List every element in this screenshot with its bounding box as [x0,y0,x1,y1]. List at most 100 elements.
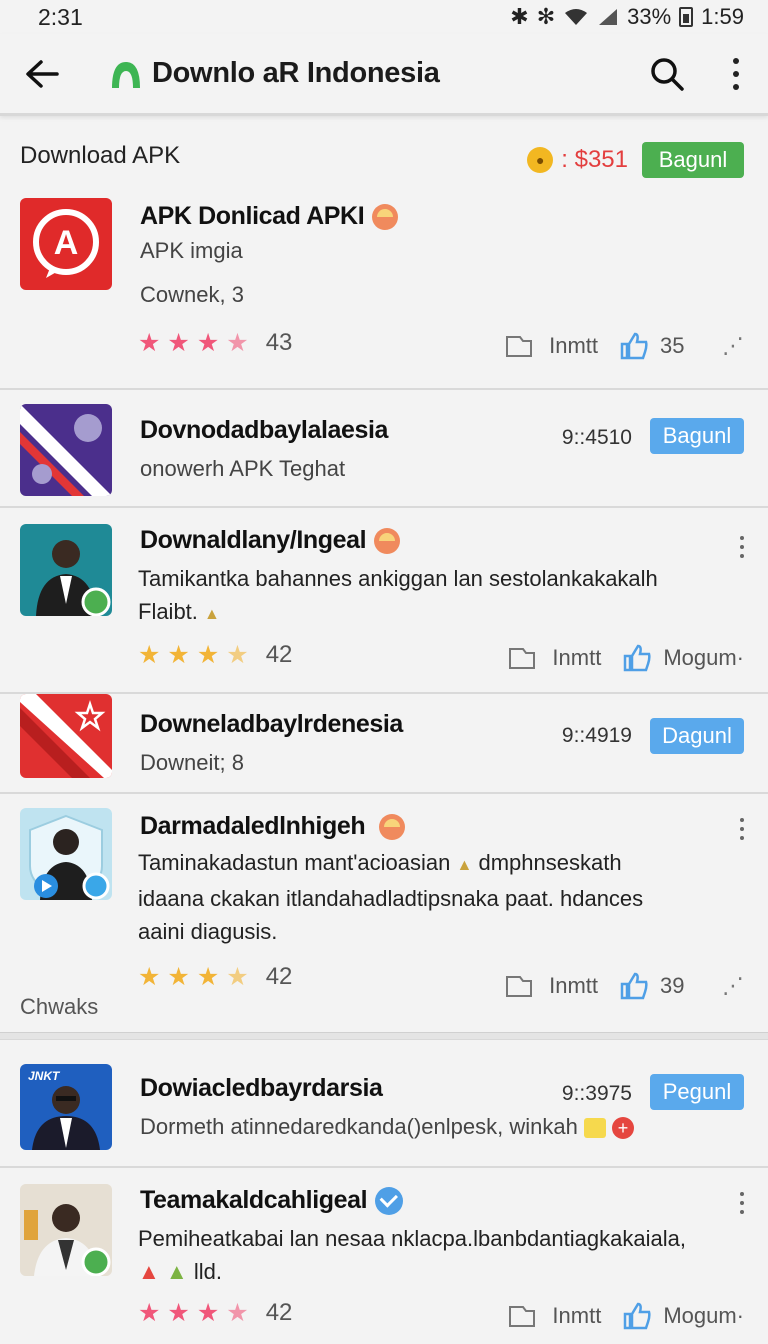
bowl-emoji-icon [379,813,406,840]
more-label[interactable]: Mogum· [663,1303,744,1329]
wifi-icon [565,9,588,25]
star-icon: ★ [167,963,190,991]
install-label[interactable]: Inmtt [552,1303,601,1329]
bowl-emoji-icon [374,527,401,554]
section-title: Download APK [20,142,181,169]
thumbs-up-icon[interactable] [616,970,652,1002]
verified-icon [375,1186,404,1215]
app-thumbnail [20,694,112,778]
list-item[interactable]: Downaldlany/Ingeal Tamikantka bahannes a… [0,506,768,692]
overflow-menu-icon[interactable] [726,54,746,94]
status-clock: 1:59 [701,4,744,29]
card-actions: Inmtt Mogum· [504,642,744,674]
star-rating: ★ ★ ★ ★ 43 [138,328,292,358]
app-thumbnail [20,524,112,616]
list-item[interactable]: Darmadaledlnhigeh Taminakadastun mant'ac… [0,792,768,1032]
list-item[interactable]: A APK Donlicad APKI APK imgia Cownek, 3 … [0,186,768,388]
battery-percent: 33% [627,4,672,29]
app-thumbnail [20,808,112,900]
star-icon: ★ [196,1299,220,1327]
share-icon[interactable]: ⋰ [722,333,744,359]
list-item[interactable]: Teamakaldcahligeal Pemiheatkabai lan nes… [0,1166,768,1344]
bookmark-icon[interactable] [501,970,537,1002]
app-subtitle: onowerh APK Teghat [140,456,346,481]
star-icon: ★ [138,1299,161,1327]
app-subtitle: Dormeth atinnedaredkanda()enlpesk, winka… [140,1114,635,1140]
like-count: 39 [660,973,685,998]
app-thumbnail [20,1184,112,1276]
download-button[interactable]: Bagunl [650,418,744,454]
install-label[interactable]: Inmtt [552,645,601,671]
list-item[interactable]: Dovnodadbaylalaesia onowerh APK Teghat 9… [0,388,768,506]
app-title-text[interactable]: Dovnodadbaylalaesia [140,416,388,445]
item-menu-icon[interactable] [738,818,746,840]
app-title-text[interactable]: Darmadaledlnhigeh [140,812,406,841]
bookmark-icon[interactable] [504,642,540,674]
star-icon: ★ [138,963,161,991]
app-category: APK imgia [140,238,243,263]
item-menu-icon[interactable] [738,536,746,558]
rating-value: 42 [265,963,293,990]
app-title-text[interactable]: Dowiacledbayrdarsia [140,1074,383,1103]
thumbs-up-icon[interactable] [619,642,655,674]
section-footer-label: Chwaks [20,994,99,1019]
app-subtitle: Downeit; 8 [140,750,244,775]
coin-icon: ● [527,147,554,173]
app-thumbnail: A [20,198,112,290]
install-label[interactable]: Inmtt [549,333,598,359]
rating-value: 42 [265,1299,293,1326]
item-menu-icon[interactable] [738,1192,746,1214]
star-icon: ★ [196,329,220,357]
list-item[interactable]: JNKT Dowiacledbayrdarsia Dormeth atinned… [0,1046,768,1166]
star-icon: ★ [226,1299,249,1327]
star-icon: ★ [138,329,161,357]
thumbs-up-icon[interactable] [619,1300,655,1332]
android-logo-icon [108,57,144,91]
card-actions: Inmtt Mogum· [504,1300,744,1332]
star-icon: ★ [167,641,190,669]
update-time: 9::3975 [561,1082,632,1105]
download-button[interactable]: Dagunl [650,718,744,754]
bookmark-icon[interactable] [501,330,537,362]
app-title-text[interactable]: Teamakaldcahligeal [140,1186,404,1215]
share-icon[interactable]: ⋰ [722,973,744,999]
list-item[interactable]: Downeladbaylrdenesia Downeit; 8 9::4919 … [0,692,768,792]
signal-icon [599,9,618,25]
app-description: Tamikantka bahannes ankiggan lan sestola… [138,566,658,624]
app-thumbnail [20,404,112,496]
app-title-text[interactable]: APK Donlicad APKI [140,202,399,231]
update-time: 9::4510 [561,426,632,449]
app-title-text[interactable]: Downeladbaylrdenesia [140,710,403,739]
app-title: Downlo aR Indonesia [152,57,440,89]
rating-value: 42 [265,641,293,668]
app-description: Taminakadastun mant'acioasian ▲ dmphnses… [138,850,644,944]
thumbs-up-icon[interactable] [616,330,652,362]
buy-button[interactable]: Bagunl [642,142,744,178]
svg-text:A: A [54,224,79,262]
star-icon: ★ [196,963,220,991]
bluetooth-icon: ✻ [536,4,556,29]
star-icon: ★ [167,1299,190,1327]
search-icon[interactable] [646,53,688,95]
app-bar: Downlo aR Indonesia [0,34,768,116]
star-icon: ★ [138,641,161,669]
bell-emoji-icon: ▲ [456,857,473,874]
update-time: 9::4919 [561,724,632,747]
status-icons: ✱ ✻ 33% 1:59 [510,4,744,30]
back-arrow-icon[interactable] [22,54,62,94]
star-icon: ★ [226,963,249,991]
install-label[interactable]: Inmtt [549,973,598,999]
status-bar: 2:31 ✱ ✻ 33% 1:59 [0,0,768,34]
bookmark-icon[interactable] [504,1300,540,1332]
star-rating: ★ ★ ★ ★ 42 [138,1298,292,1328]
app-thumbnail: JNKT [20,1064,112,1150]
status-time: 2:31 [38,3,83,30]
note-emoji-icon [583,1118,606,1139]
add-emoji-icon: + [612,1117,635,1140]
price-label: : $351 [561,146,628,173]
download-button[interactable]: Pegunl [650,1074,744,1110]
more-label[interactable]: Mogum· [663,645,744,671]
settings-icon: ✱ [510,4,529,29]
bowl-emoji-icon [372,203,399,230]
app-title-text[interactable]: Downaldlany/Ingeal [140,526,401,555]
